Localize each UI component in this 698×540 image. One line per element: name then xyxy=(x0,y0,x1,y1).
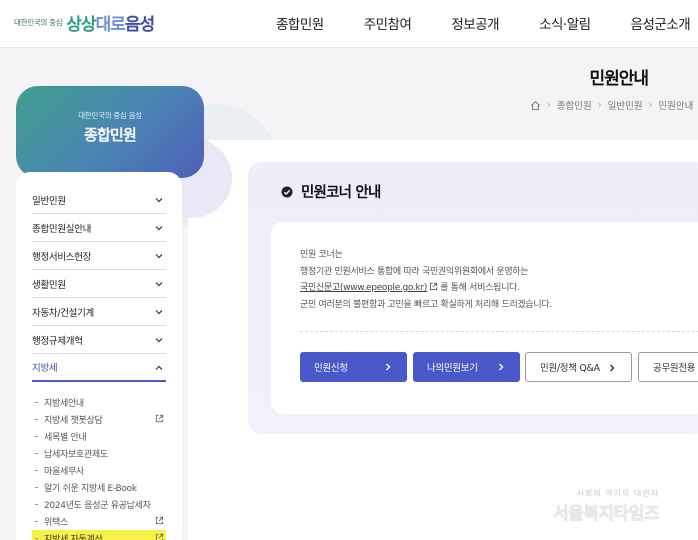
external-link-icon xyxy=(155,533,164,540)
breadcrumb-item[interactable]: 일반민원 xyxy=(608,98,643,112)
info-line: 군민 여러분의 불편함과 고민을 빠르고 확실하게 처리해 드리겠습니다. xyxy=(300,299,552,310)
submenu-item[interactable]: 위택스 xyxy=(32,513,166,530)
sidebar-submenu: 지방세안내 지방세 챗봇상담 세목별 안내 납세자보호관제도 마을세무사 알기 … xyxy=(32,382,166,540)
policy-qa-button[interactable]: 민원/정책 Q&A xyxy=(525,352,632,382)
sidebar-item-life-civil[interactable]: 생활민원 xyxy=(32,270,166,298)
submenu-item[interactable]: 2024년도 음성군 유공납세자 xyxy=(32,496,166,513)
epeople-link[interactable]: 국민신문고(www.epeople.go.kr) xyxy=(300,283,427,293)
sidebar-header-card: 대한민국의 중심 음성 종합민원 xyxy=(16,86,204,178)
chevron-down-icon xyxy=(155,254,163,259)
page-title: 민원안내 xyxy=(589,69,649,89)
logo-wordmark: 상상대로음성 xyxy=(66,15,155,35)
chevron-right-icon xyxy=(386,363,391,371)
divider xyxy=(300,331,698,332)
submenu-item[interactable]: 알기 쉬운 지방세 E-Book xyxy=(32,479,166,496)
submenu-item[interactable]: 지방세안내 xyxy=(32,394,166,411)
sidebar-card-title: 종합민원 xyxy=(83,126,137,144)
nav-item-about[interactable]: 음성군소개 xyxy=(631,13,691,33)
officials-only-button[interactable]: 공무원전용 xyxy=(638,352,698,382)
apply-civil-button[interactable]: 민원신청 xyxy=(300,352,407,382)
nav-item-news[interactable]: 소식·알림 xyxy=(539,13,591,33)
section-header: 민원코너 안내 xyxy=(281,181,381,202)
breadcrumb-item[interactable]: 민원안내 xyxy=(658,98,693,112)
main-nav: 종합민원 주민참여 정보공개 소식·알림 음성군소개 xyxy=(276,13,698,33)
submenu-item[interactable]: 마을세무사 xyxy=(32,462,166,479)
info-line: 국민신문고(www.epeople.go.kr) 를 통해 서비스됩니다. xyxy=(300,282,520,293)
site-logo[interactable]: 대한민국의 중심 상상대로음성 xyxy=(14,10,155,35)
my-civil-button[interactable]: 나의민원보기 xyxy=(413,352,520,382)
nav-item-info[interactable]: 정보공개 xyxy=(451,13,499,33)
info-text: 민원 코너는 행정기관 민원서비스 통합에 따라 국민권익위원회에서 운영하는 … xyxy=(300,247,552,313)
logo-tagline: 대한민국의 중심 xyxy=(14,18,63,27)
external-link-icon xyxy=(429,282,438,291)
chevron-down-icon xyxy=(155,310,163,315)
watermark-tagline: 사회의 약자의 대변자 xyxy=(576,489,659,498)
check-circle-icon xyxy=(281,186,293,197)
sidebar-card-subtitle: 대한민국의 중심 음성 xyxy=(78,111,142,120)
chevron-down-icon xyxy=(155,282,163,287)
nav-item-civil[interactable]: 종합민원 xyxy=(276,13,324,33)
sidebar-item-regulation[interactable]: 행정규제개혁 xyxy=(32,326,166,354)
chevron-down-icon xyxy=(155,198,163,203)
breadcrumb: › 종합민원 › 일반민원 › 민원안내 xyxy=(530,98,693,112)
watermark-brand: 서울복지타임즈 xyxy=(553,504,659,524)
external-link-icon xyxy=(155,414,164,423)
breadcrumb-item[interactable]: 종합민원 xyxy=(557,98,592,112)
sidebar-item-service-charter[interactable]: 행정서비스헌장 xyxy=(32,242,166,270)
watermark: 사회의 약자의 대변자 서울복지타임즈 xyxy=(553,488,659,524)
chevron-down-icon xyxy=(155,226,163,231)
sidebar-item-local-tax[interactable]: 지방세 xyxy=(32,354,166,382)
chevron-right-icon xyxy=(610,364,615,372)
chevron-up-icon xyxy=(155,365,163,370)
nav-item-participation[interactable]: 주민참여 xyxy=(364,13,412,33)
sidebar-item-vehicle[interactable]: 자동차/건설기계 xyxy=(32,298,166,326)
external-link-icon xyxy=(155,516,164,525)
chevron-right-icon xyxy=(499,363,504,371)
section-title: 민원코너 안내 xyxy=(301,185,381,201)
site-header: 대한민국의 중심 상상대로음성 종합민원 주민참여 정보공개 소식·알림 음성군… xyxy=(0,0,698,48)
submenu-item-highlighted[interactable]: 지방세 자동계산 xyxy=(32,530,166,540)
sidebar-item-general-civil[interactable]: 일반민원 xyxy=(32,186,166,214)
chevron-down-icon xyxy=(155,338,163,343)
home-icon[interactable] xyxy=(530,100,541,111)
submenu-item[interactable]: 세목별 안내 xyxy=(32,428,166,445)
sidebar-item-office-guide[interactable]: 종합민원실안내 xyxy=(32,214,166,242)
info-line: 민원 코너는 xyxy=(300,250,343,260)
info-line: 행정기관 민원서비스 통합에 따라 국민권익위원회에서 운영하는 xyxy=(300,266,529,277)
sidebar-menu: 일반민원 종합민원실안내 행정서비스헌장 생활민원 자동차/건설기계 행정규제개… xyxy=(16,172,182,540)
submenu-item[interactable]: 납세자보호관제도 xyxy=(32,445,166,462)
submenu-item[interactable]: 지방세 챗봇상담 xyxy=(32,411,166,428)
